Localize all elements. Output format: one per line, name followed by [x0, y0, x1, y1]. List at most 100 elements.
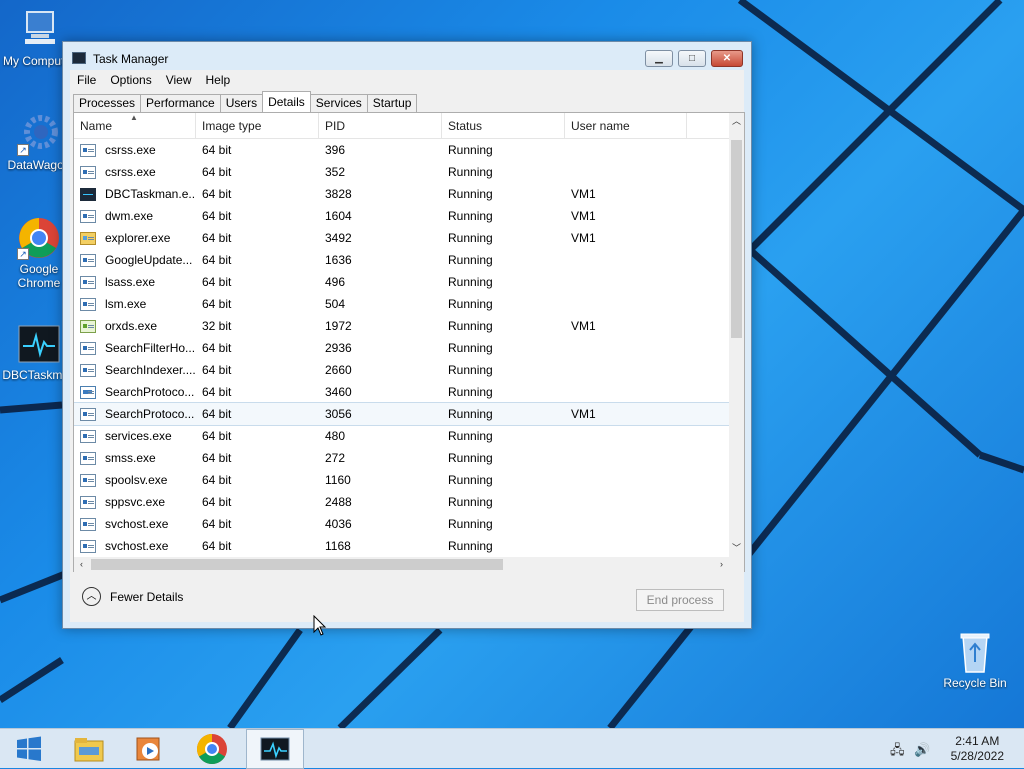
horizontal-scroll-thumb[interactable]: [91, 559, 503, 570]
cell-status: Running: [448, 539, 493, 553]
process-icon: [80, 451, 96, 465]
desktop-icon-recycle-bin[interactable]: Recycle Bin: [938, 630, 1012, 690]
table-row[interactable]: services.exe 64 bit 480 Running: [74, 425, 729, 447]
cell-user-name: [565, 359, 687, 381]
cell-status: Running: [448, 363, 493, 377]
tab-strip: Processes Performance Users Details Serv…: [73, 91, 418, 112]
cell-status: Running: [448, 143, 493, 157]
table-row[interactable]: csrss.exe 64 bit 396 Running: [74, 139, 729, 161]
cell-name: DBCTaskman.e...: [74, 183, 196, 205]
cell-user-name: [565, 381, 687, 403]
column-header-filler: [687, 113, 729, 139]
table-row[interactable]: DBCTaskman.e... 64 bit 3828 Running VM1: [74, 183, 729, 205]
system-tray: 🖧 🔊: [890, 741, 930, 763]
network-icon[interactable]: 🖧: [890, 742, 905, 757]
table-row[interactable]: svchost.exe 64 bit 1168 Running: [74, 535, 729, 557]
table-row[interactable]: sppsvc.exe 64 bit 2488 Running: [74, 491, 729, 513]
table-row[interactable]: SearchFilterHo... 64 bit 2936 Running: [74, 337, 729, 359]
process-icon: [80, 473, 96, 487]
fewer-details-button[interactable]: ︿ Fewer Details: [82, 587, 183, 606]
close-button[interactable]: ✕: [711, 50, 743, 67]
menu-file[interactable]: File: [77, 73, 96, 87]
table-row[interactable]: smss.exe 64 bit 272 Running: [74, 447, 729, 469]
recycle-bin-icon: [953, 630, 997, 674]
cell-pid: 3460: [325, 385, 352, 399]
sort-ascending-icon: ▲: [130, 113, 138, 122]
table-row[interactable]: explorer.exe 64 bit 3492 Running VM1: [74, 227, 729, 249]
cell-pid: 3492: [325, 231, 352, 245]
end-process-button[interactable]: End process: [636, 589, 724, 611]
vertical-scroll-thumb[interactable]: [731, 140, 742, 338]
minimize-button[interactable]: ▁: [645, 50, 673, 67]
tab-users[interactable]: Users: [219, 94, 264, 112]
tab-services[interactable]: Services: [309, 94, 368, 112]
table-row[interactable]: SearchProtoco... 64 bit 3056 Running VM1: [74, 402, 729, 426]
table-row[interactable]: lsm.exe 64 bit 504 Running: [74, 293, 729, 315]
scroll-left-icon[interactable]: ‹: [74, 557, 89, 572]
taskbar-task-manager[interactable]: [246, 729, 304, 769]
table-row[interactable]: lsass.exe 64 bit 496 Running: [74, 271, 729, 293]
process-icon: [80, 495, 96, 509]
menu-options[interactable]: Options: [110, 73, 151, 87]
scroll-down-icon[interactable]: ﹀: [729, 540, 744, 557]
table-row[interactable]: GoogleUpdate... 64 bit 1636 Running: [74, 249, 729, 271]
table-row[interactable]: SearchProtoco... 64 bit 3460 Running: [74, 381, 729, 403]
vertical-scrollbar[interactable]: ︿ ﹀: [729, 113, 744, 557]
column-header-status[interactable]: Status: [442, 113, 565, 139]
menu-view[interactable]: View: [166, 73, 192, 87]
cell-user-name: [565, 447, 687, 469]
column-header-user-name[interactable]: User name: [565, 113, 687, 139]
cell-image-type: 64 bit: [202, 517, 232, 531]
cell-status: Running: [448, 165, 493, 179]
maximize-button[interactable]: □: [678, 50, 706, 67]
cell-user-name: [565, 491, 687, 513]
table-row[interactable]: dwm.exe 64 bit 1604 Running VM1: [74, 205, 729, 227]
cell-user-name: VM1: [571, 231, 596, 245]
cell-pid: 480: [325, 429, 346, 443]
cell-image-type: 64 bit: [202, 231, 232, 245]
column-header-image-type[interactable]: Image type: [196, 113, 319, 139]
column-header-pid[interactable]: PID: [319, 113, 442, 139]
cell-name: smss.exe: [74, 447, 196, 469]
start-button[interactable]: [0, 729, 58, 769]
chrome-icon: ↗: [17, 216, 61, 260]
cell-pid: 496: [325, 275, 346, 289]
cell-status: Running: [448, 473, 493, 487]
taskbar-file-explorer[interactable]: [60, 729, 118, 769]
fewer-details-label: Fewer Details: [110, 589, 184, 604]
table-row[interactable]: csrss.exe 64 bit 352 Running: [74, 161, 729, 183]
table-row[interactable]: spoolsv.exe 64 bit 1160 Running: [74, 469, 729, 491]
cell-user-name: [565, 513, 687, 535]
start-icon: [17, 736, 41, 761]
cell-user-name: [565, 425, 687, 447]
scroll-up-icon[interactable]: ︿: [729, 113, 744, 130]
taskbar-chrome[interactable]: [183, 729, 241, 769]
table-row[interactable]: SearchIndexer.... 64 bit 2660 Running: [74, 359, 729, 381]
column-header-name[interactable]: Name ▲: [74, 113, 196, 139]
title-bar[interactable]: Task Manager ▁ □ ✕: [63, 42, 751, 72]
menu-help[interactable]: Help: [206, 73, 231, 87]
tab-details[interactable]: Details: [262, 91, 311, 112]
volume-icon[interactable]: 🔊: [914, 742, 930, 757]
cell-image-type: 64 bit: [202, 143, 232, 157]
clock[interactable]: 2:41 AM 5/28/2022: [951, 734, 1004, 764]
cell-status: Running: [448, 517, 493, 531]
cell-user-name: VM1: [571, 319, 596, 333]
cell-pid: 352: [325, 165, 346, 179]
chrome-icon: [196, 734, 227, 765]
process-icon: [80, 407, 96, 421]
cell-user-name: [565, 293, 687, 315]
table-row[interactable]: svchost.exe 64 bit 4036 Running: [74, 513, 729, 535]
horizontal-scrollbar[interactable]: ‹ ›: [74, 557, 729, 572]
cell-status: Running: [448, 297, 493, 311]
table-row[interactable]: orxds.exe 32 bit 1972 Running VM1: [74, 315, 729, 337]
process-icon: [80, 429, 96, 443]
process-icon: [80, 341, 96, 355]
file-explorer-icon: [74, 738, 104, 762]
scroll-right-icon[interactable]: ›: [714, 557, 729, 572]
media-player-icon: [136, 737, 160, 761]
cell-user-name: VM1: [571, 187, 596, 201]
tab-performance[interactable]: Performance: [140, 94, 221, 112]
taskbar-media-player[interactable]: [120, 729, 178, 769]
tab-startup[interactable]: Startup: [366, 94, 418, 112]
